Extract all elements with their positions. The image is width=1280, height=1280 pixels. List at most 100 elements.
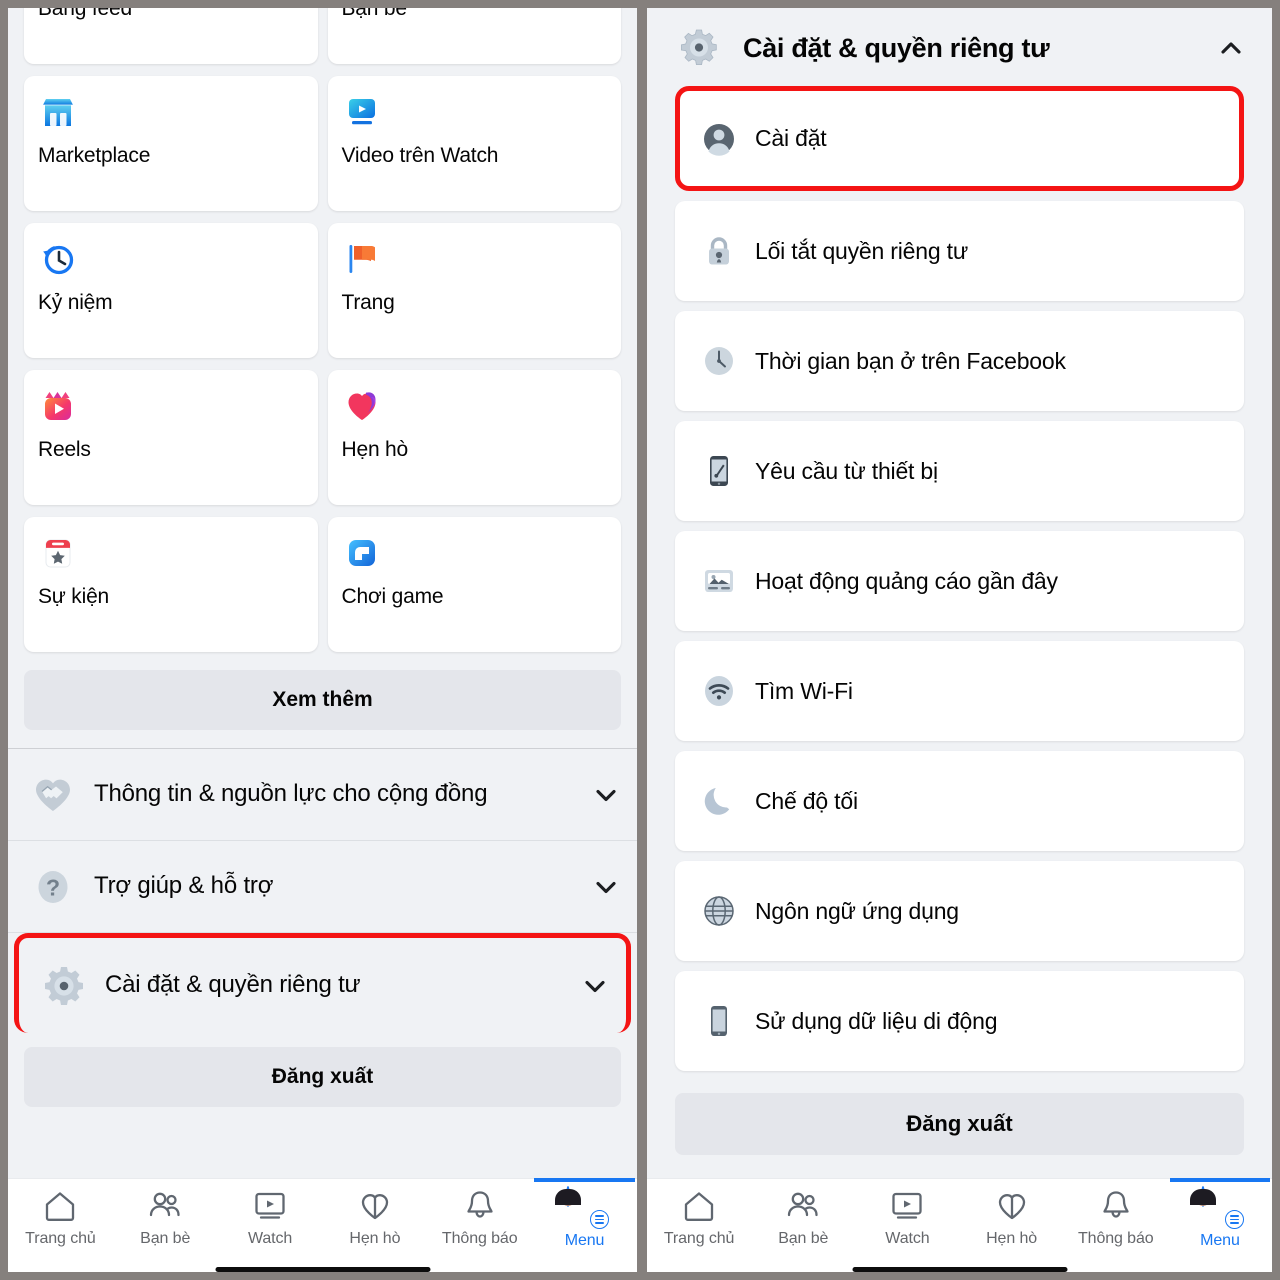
avatar xyxy=(1189,1186,1244,1229)
menu-tile-label: Chơi game xyxy=(341,585,444,608)
bottom-nav-item-bạn-bè[interactable]: Bạn bè xyxy=(751,1179,855,1272)
see-more-button[interactable]: Xem thêm xyxy=(24,670,621,730)
menu-tile-label: Trang xyxy=(341,291,395,314)
bottom-nav-item-hẹn-hò[interactable]: Hẹn hò xyxy=(960,1179,1064,1272)
settings-item[interactable]: Chế độ tối xyxy=(675,751,1244,851)
accordion-list: Thông tin & nguồn lực cho cộng đồng? Trợ … xyxy=(8,749,637,1033)
home-indicator xyxy=(852,1267,1067,1272)
settings-item-label: Yêu cầu từ thiết bị xyxy=(755,457,938,484)
right-panel-scroll-area[interactable]: Cài đặt & quyền riêng tư Cài đặt Lối tắt … xyxy=(647,8,1272,1272)
bottom-nav-item-menu[interactable]: Menu xyxy=(532,1178,637,1272)
bottom-nav-item-menu[interactable]: Menu xyxy=(1168,1178,1272,1272)
menu-tile[interactable]: Chơi game xyxy=(327,517,621,652)
logout-button-right[interactable]: Đăng xuất xyxy=(675,1093,1244,1155)
settings-item[interactable]: Yêu cầu từ thiết bị xyxy=(675,421,1244,521)
home-icon xyxy=(681,1188,717,1224)
bottom-nav-label: Menu xyxy=(1200,1232,1240,1249)
settings-item[interactable]: Lối tắt quyền riêng tư xyxy=(675,201,1244,301)
question-mark-icon: ? xyxy=(30,864,76,910)
reels-icon xyxy=(38,386,78,426)
friends-icon xyxy=(147,1188,183,1224)
logout-button-left[interactable]: Đăng xuất xyxy=(24,1047,621,1107)
home-indicator xyxy=(215,1267,430,1272)
settings-item-label: Chế độ tối xyxy=(755,787,858,814)
settings-item-list: Cài đặt Lối tắt quyền riêng tư Thời gian b… xyxy=(647,86,1272,1071)
ad-activity-icon xyxy=(701,563,737,599)
left-panel-menu-screen: Bảng feed Bạn bè Marketplace Video trên Wat… xyxy=(8,8,637,1272)
memories-clock-icon xyxy=(38,239,78,279)
chevron-down-icon[interactable] xyxy=(582,973,608,999)
menu-tile-label: Hẹn hò xyxy=(341,438,409,461)
settings-item[interactable]: Sử dụng dữ liệu di động xyxy=(675,971,1244,1071)
bottom-nav-item-bạn-bè[interactable]: Bạn bè xyxy=(113,1179,218,1272)
screenshot-stage: Bảng feed Bạn bè Marketplace Video trên Wat… xyxy=(0,0,1280,1280)
events-calendar-icon xyxy=(38,533,78,573)
menu-tile[interactable]: Video trên Watch xyxy=(327,76,621,211)
menu-tile[interactable]: Hẹn hò xyxy=(327,370,621,505)
settings-privacy-header[interactable]: Cài đặt & quyền riêng tư xyxy=(647,8,1272,86)
settings-item-label: Tìm Wi-Fi xyxy=(755,677,853,704)
bottom-nav-item-trang-chủ[interactable]: Trang chủ xyxy=(647,1179,751,1272)
settings-item-label: Cài đặt xyxy=(755,125,827,151)
bottom-nav-label: Trang chủ xyxy=(25,1230,96,1247)
accordion-row-settings-privacy-highlighted[interactable]: Cài đặt & quyền riêng tư xyxy=(14,933,631,1033)
left-panel-scroll-area[interactable]: Bảng feed Bạn bè Marketplace Video trên Wat… xyxy=(8,8,637,1272)
globe-icon xyxy=(701,893,737,929)
menu-tile[interactable]: Marketplace xyxy=(24,76,318,211)
chevron-up-icon[interactable] xyxy=(1218,35,1244,61)
settings-item[interactable]: Tìm Wi-Fi xyxy=(675,641,1244,741)
bottom-nav-left: Trang chủ Bạn bè Watch Hẹn hò Thông báo Menu xyxy=(8,1178,637,1272)
bottom-nav-item-watch[interactable]: Watch xyxy=(855,1179,959,1272)
menu-tile[interactable]: Kỷ niệm xyxy=(24,223,318,358)
bottom-nav-item-trang-chủ[interactable]: Trang chủ xyxy=(8,1179,113,1272)
bottom-nav-label: Thông báo xyxy=(1077,1230,1154,1247)
home-icon xyxy=(42,1188,78,1224)
menu-tile[interactable]: Reels xyxy=(24,370,318,505)
menu-tile[interactable]: Sự kiện xyxy=(24,517,318,652)
chevron-down-icon[interactable] xyxy=(593,782,619,808)
svg-text:?: ? xyxy=(46,874,60,900)
dating-heart-icon xyxy=(357,1188,393,1224)
settings-item[interactable]: Ngôn ngữ ứng dụng xyxy=(675,861,1244,961)
bottom-nav-right: Trang chủ Bạn bè Watch Hẹn hò Thông báo Menu xyxy=(647,1178,1272,1272)
hamburger-menu-badge-icon xyxy=(589,1210,609,1229)
bottom-nav-item-hẹn-hò[interactable]: Hẹn hò xyxy=(322,1179,427,1272)
bell-icon xyxy=(462,1188,498,1224)
settings-item-highlighted[interactable]: Cài đặt xyxy=(675,86,1244,191)
accordion-row[interactable]: Thông tin & nguồn lực cho cộng đồng xyxy=(8,749,637,841)
right-panel-settings-screen: Cài đặt & quyền riêng tư Cài đặt Lối tắt … xyxy=(647,8,1272,1272)
wifi-icon xyxy=(701,673,737,709)
accordion-label: Thông tin & nguồn lực cho cộng đồng xyxy=(94,780,488,808)
menu-tile-label: Bảng feed xyxy=(38,8,132,20)
settings-item[interactable]: Thời gian bạn ở trên Facebook xyxy=(675,311,1244,411)
gaming-icon xyxy=(342,533,382,573)
phone-request-icon xyxy=(701,453,737,489)
menu-tile[interactable]: Trang xyxy=(327,223,621,358)
bottom-nav-item-thông-báo[interactable]: Thông báo xyxy=(427,1179,532,1272)
menu-tile[interactable]: Bảng feed xyxy=(24,8,318,64)
bottom-nav-label: Trang chủ xyxy=(663,1230,735,1247)
dating-heart-icon xyxy=(994,1188,1030,1224)
menu-tile-label: Video trên Watch xyxy=(341,144,499,167)
watch-play-icon xyxy=(252,1188,288,1224)
bell-icon xyxy=(1098,1188,1134,1224)
settings-item-label: Ngôn ngữ ứng dụng xyxy=(755,897,959,924)
watch-play-icon xyxy=(889,1188,925,1224)
bottom-nav-label: Hẹn hò xyxy=(986,1230,1038,1247)
bottom-nav-item-thông-báo[interactable]: Thông báo xyxy=(1064,1179,1168,1272)
menu-tile-label: Bạn bè xyxy=(341,8,408,20)
chevron-down-icon[interactable] xyxy=(593,874,619,900)
dating-heart-icon xyxy=(342,386,382,426)
menu-tile[interactable]: Bạn bè xyxy=(327,8,621,64)
bottom-nav-item-watch[interactable]: Watch xyxy=(218,1179,323,1272)
accordion-row[interactable]: ? Trợ giúp & hỗ trợ xyxy=(8,841,637,933)
person-circle-icon xyxy=(701,121,737,157)
bottom-nav-label: Watch xyxy=(247,1230,293,1247)
accordion-label: Trợ giúp & hỗ trợ xyxy=(94,872,274,900)
menu-shortcut-grid: Bảng feed Bạn bè Marketplace Video trên Wat… xyxy=(8,8,637,652)
settings-item[interactable]: Hoạt động quảng cáo gần đây xyxy=(675,531,1244,631)
bottom-nav-label: Bạn bè xyxy=(140,1230,191,1247)
bottom-nav-label: Bạn bè xyxy=(778,1230,829,1247)
gear-icon xyxy=(677,26,721,70)
friends-icon xyxy=(785,1188,821,1224)
